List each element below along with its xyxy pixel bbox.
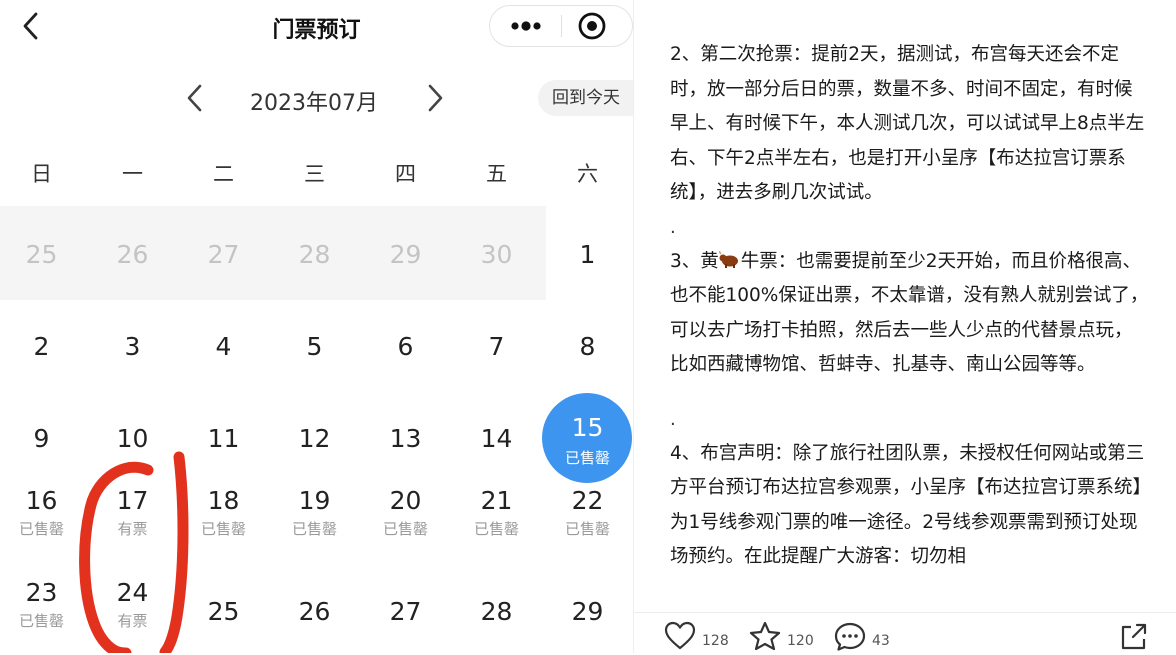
comment-bubble-icon	[834, 622, 866, 651]
ticket-booking-panel: 门票预订 2023年07月 回到今天 日 一 二 三 四 五 六 25 26 2…	[0, 0, 633, 653]
paragraph-rest: 牛票：也需要提前至少2天开始，而且价格很高、也不能100%保证出票，不太靠谱，没…	[670, 250, 1149, 376]
paragraph-prefix: 3、黄	[670, 250, 719, 272]
separator-dot: .	[670, 408, 676, 430]
share-button[interactable]	[1118, 621, 1148, 651]
favorite-count: 120	[787, 633, 814, 649]
text-fade-overlay	[634, 582, 1176, 612]
like-button[interactable]: 128	[664, 621, 729, 651]
hand-drawn-red-circle-markup	[79, 451, 189, 653]
paragraph-official-statement: 4、布宫声明：除了旅行社团队票，未授权任何网站或第三方平台预订布达拉宫参观票，小…	[670, 442, 1145, 568]
favorite-button[interactable]: 120	[749, 621, 814, 651]
bull-emoji-icon	[718, 250, 738, 268]
separator-dot: .	[670, 216, 676, 238]
article-body: 2、第二次抢票：提前2天，据测试，布宫每天还会不定时，放一部分后日的票，数量不多…	[670, 38, 1150, 575]
paragraph-second-grab: 2、第二次抢票：提前2天，据测试，布宫每天还会不定时，放一部分后日的票，数量不多…	[670, 44, 1145, 203]
post-action-bar: 128 120 43	[634, 612, 1176, 654]
comment-button[interactable]: 43	[834, 621, 890, 651]
share-arrow-icon	[1121, 623, 1147, 650]
heart-outline-icon	[664, 621, 696, 650]
paragraph-scalper-tickets: 3、黄 牛票：也需要提前至少2天开始，而且价格很高、也不能100%保证出票，不太靠…	[670, 245, 1150, 383]
comment-count: 43	[872, 633, 890, 649]
like-count: 128	[702, 633, 729, 649]
star-outline-icon	[749, 621, 781, 651]
